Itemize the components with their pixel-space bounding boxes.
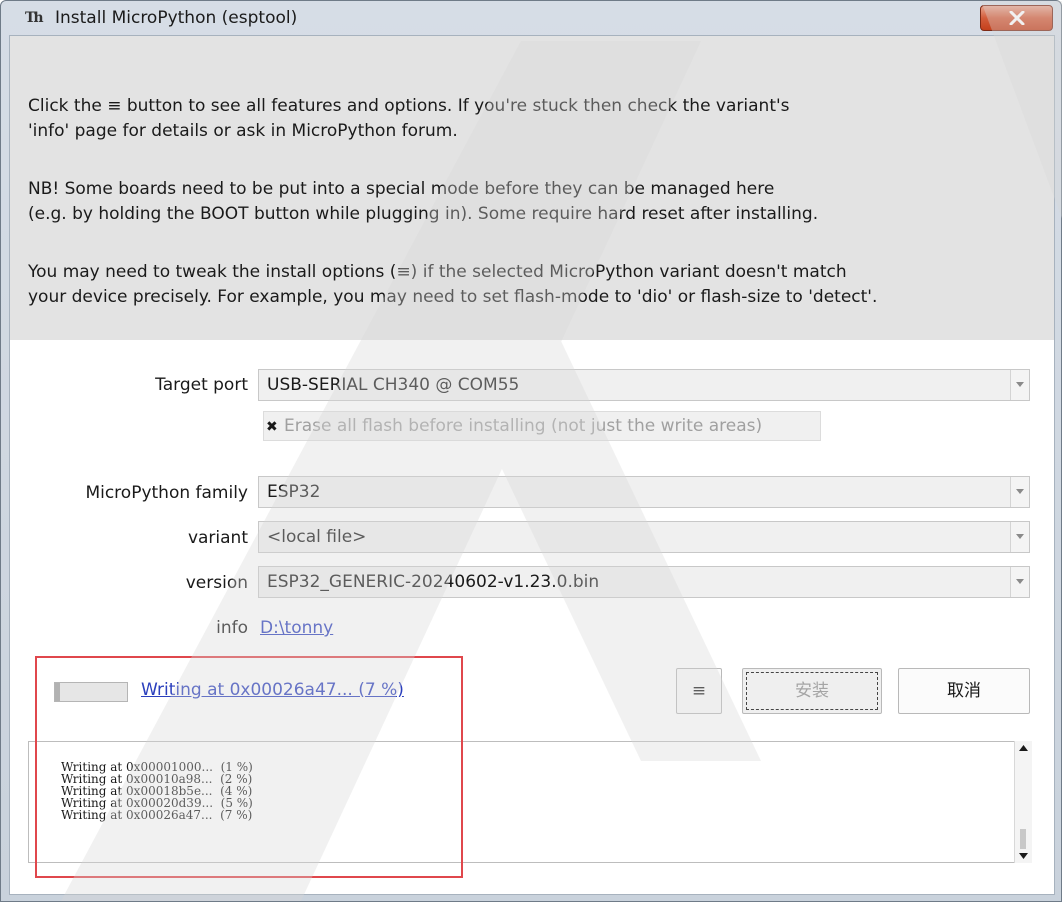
options-menu-button[interactable]: ≡: [676, 668, 722, 714]
intro-paragraph-1: Click the ≡ button to see all features a…: [28, 94, 1038, 144]
title-bar[interactable]: Th Install MicroPython (esptool): [1, 1, 1062, 33]
target-port-select[interactable]: USB-SERIAL CH340 @ COM55: [258, 369, 1030, 401]
close-icon: [1009, 11, 1025, 25]
variant-value: <local file>: [267, 527, 367, 547]
intro-p1-line1: Click the ≡ button to see all features a…: [28, 96, 790, 116]
micropython-family-label: MicroPython family: [85, 483, 248, 503]
scroll-up-arrow-icon[interactable]: [1019, 745, 1028, 751]
focus-ring: [746, 672, 878, 710]
chevron-down-icon: [1016, 534, 1024, 539]
close-button[interactable]: [980, 5, 1053, 31]
intro-panel: Click the ≡ button to see all features a…: [10, 36, 1054, 340]
chevron-down-icon: [1016, 579, 1024, 584]
intro-p3-line2: your device precisely. For example, you …: [28, 287, 878, 307]
scroll-thumb[interactable]: [1020, 829, 1026, 849]
version-dropdown-button[interactable]: [1010, 567, 1029, 597]
intro-p3-line1: You may need to tweak the install option…: [28, 262, 847, 282]
variant-dropdown-button[interactable]: [1010, 522, 1029, 552]
variant-select[interactable]: <local file>: [258, 521, 1030, 553]
intro-paragraph-3: You may need to tweak the install option…: [28, 260, 1038, 310]
micropython-family-select[interactable]: ESP32: [258, 476, 1030, 508]
chevron-down-icon: [1016, 489, 1024, 494]
erase-flash-label: Erase all flash before installing (not j…: [284, 416, 763, 436]
install-dialog-window: Th Install MicroPython (esptool) Click t…: [0, 0, 1062, 902]
intro-p1-line2: 'info' page for details or ask in MicroP…: [28, 121, 458, 141]
target-port-dropdown-button[interactable]: [1010, 370, 1029, 400]
log-scrollbar[interactable]: [1014, 741, 1032, 863]
version-label: version: [185, 573, 248, 593]
version-value: ESP32_GENERIC-20240602-v1.23.0.bin: [267, 572, 600, 592]
intro-p2-line1: NB! Some boards need to be put into a sp…: [28, 179, 775, 199]
cancel-button[interactable]: 取消: [898, 668, 1030, 714]
install-button[interactable]: 安装: [742, 668, 882, 714]
family-dropdown-button[interactable]: [1010, 477, 1029, 507]
chevron-down-icon: [1016, 382, 1024, 387]
annotation-highlight-box: [35, 656, 463, 878]
intro-p2-line2: (e.g. by holding the BOOT button while p…: [28, 204, 819, 224]
erase-flash-checkmark: ✖: [266, 419, 278, 435]
scroll-down-arrow-icon[interactable]: [1019, 853, 1028, 859]
version-select[interactable]: ESP32_GENERIC-20240602-v1.23.0.bin: [258, 566, 1030, 598]
thonny-app-icon: Th: [25, 10, 44, 26]
erase-flash-checkbox[interactable]: ✖ Erase all flash before installing (not…: [263, 411, 821, 441]
target-port-label: Target port: [155, 375, 248, 395]
target-port-value: USB-SERIAL CH340 @ COM55: [267, 375, 520, 395]
window-title: Install MicroPython (esptool): [55, 8, 298, 28]
variant-label: variant: [187, 528, 248, 548]
info-label: info: [216, 618, 248, 638]
info-link[interactable]: D:\tonny: [260, 618, 333, 638]
intro-paragraph-2: NB! Some boards need to be put into a sp…: [28, 177, 1038, 227]
micropython-family-value: ESP32: [267, 482, 321, 502]
